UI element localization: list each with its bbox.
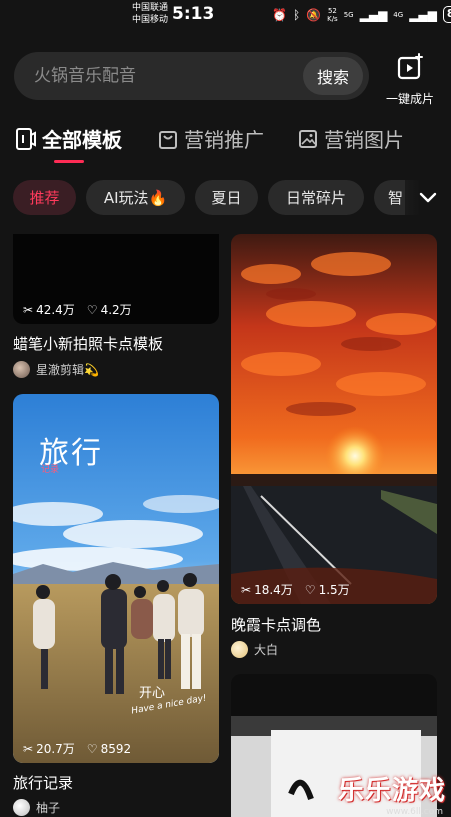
overlay-caption: 开心 (139, 686, 166, 701)
tab-marketing-promo[interactable]: 营销推广 (158, 124, 264, 153)
chip-daily-fragments[interactable]: 日常碎片 (268, 180, 364, 215)
signal-icon: ▂▄▆ (359, 7, 388, 22)
category-chips: 推荐 AI玩法🔥 夏日 日常碎片 智 (13, 180, 451, 216)
watermark-url: www.6ll.com (386, 807, 443, 817)
overlay-subtitle: 记录 (41, 465, 60, 475)
author-name: 柚子 (36, 801, 61, 815)
chevron-down-icon (419, 192, 437, 203)
net-speed-value: 52 (327, 6, 337, 15)
status-bar: 中国联通 中国移动 5:13 ⏰ ᛒ 🔕 52 K/s 5G ▂▄▆ 4G ▂▄▆… (0, 0, 451, 30)
like-count-value: 8592 (100, 741, 132, 756)
net-speed-unit: K/s (327, 14, 338, 23)
image-icon (299, 129, 317, 148)
phone-template-icon (16, 127, 36, 150)
sunset-photo (231, 234, 437, 604)
tab-label: 营销图片 (324, 128, 404, 152)
card-stats: ✂ 20.7万 ♡ 8592 (23, 740, 131, 757)
chip-ai-play[interactable]: AI玩法🔥 (86, 180, 185, 215)
scissors-icon: ✂ (23, 302, 34, 317)
card-author[interactable]: 柚子 (13, 799, 60, 816)
avatar (13, 361, 30, 378)
template-card[interactable]: ✂ 18.4万 ♡ 1.5万 (231, 234, 437, 604)
alarm-icon: ⏰ (272, 7, 287, 22)
search-bar[interactable]: 搜索 (14, 52, 369, 100)
heart-icon: ♡ (304, 582, 316, 597)
card-author[interactable]: 星澈剪辑💫 (13, 361, 99, 378)
site-watermark: 乐乐游戏 www.6ll.com (338, 770, 451, 817)
template-card[interactable]: ✂ 42.4万 ♡ 4.2万 (13, 234, 219, 324)
expand-categories-button[interactable] (405, 180, 451, 216)
one-click-video-button[interactable]: 一键成片 (380, 52, 440, 106)
bag-icon (159, 130, 177, 149)
search-input[interactable] (34, 52, 294, 100)
play-count: ✂ 20.7万 (23, 740, 75, 757)
card-author[interactable]: 大白 (231, 641, 278, 658)
bluetooth-icon: ᛒ (292, 7, 301, 22)
card-title[interactable]: 晚霞卡点调色 (231, 614, 321, 635)
carrier-1: 中国联通 (132, 3, 169, 13)
card-stats: ✂ 42.4万 ♡ 4.2万 (23, 301, 132, 318)
play-count-value: 18.4万 (254, 583, 293, 597)
one-click-label: 一键成片 (385, 92, 434, 106)
author-name: 大白 (254, 643, 279, 657)
play-count: ✂ 42.4万 (23, 301, 75, 318)
template-card[interactable]: 旅行 记录 开心 Have a nice day! ✂ 20.7万 ♡ 8592 (13, 394, 219, 763)
tab-marketing-images[interactable]: 营销图片 (298, 124, 404, 153)
carrier-labels: 中国联通 中国移动 (132, 2, 168, 26)
scissors-icon: ✂ (23, 741, 34, 756)
like-count-value: 4.2万 (100, 303, 132, 317)
play-count-value: 42.4万 (36, 303, 75, 317)
card-title[interactable]: 蜡笔小新拍照卡点模板 (13, 333, 163, 354)
heart-icon: ♡ (86, 302, 98, 317)
signal-icon-2: ▂▄▆ (409, 7, 437, 22)
like-count: ♡ 8592 (87, 742, 131, 756)
active-tab-indicator (54, 160, 84, 163)
watermark-text: 乐乐游戏 (338, 776, 447, 806)
play-count-value: 20.7万 (36, 742, 75, 756)
play-count: ✂ 18.4万 (241, 581, 293, 598)
search-button[interactable]: 搜索 (303, 57, 363, 95)
avatar (13, 799, 30, 816)
chip-recommended[interactable]: 推荐 (13, 180, 76, 215)
tab-all-templates[interactable]: 全部模板 (14, 124, 122, 153)
like-count: ♡ 4.2万 (87, 301, 132, 318)
clock: 5:13 (172, 4, 215, 24)
video-plus-icon (397, 53, 423, 80)
heart-icon: ♡ (86, 741, 98, 756)
tab-label: 全部模板 (42, 128, 122, 152)
template-tabs: 全部模板 营销推广 营销图片 (14, 124, 444, 164)
chip-summer[interactable]: 夏日 (195, 180, 258, 215)
signal-4g: 4G (393, 10, 404, 19)
like-count-value: 1.5万 (318, 583, 350, 597)
tab-label: 营销推广 (184, 128, 264, 152)
carrier-2: 中国移动 (132, 15, 169, 25)
signal-5g: 5G (343, 10, 354, 19)
status-icons: ⏰ ᛒ 🔕 52K/s 5G ▂▄▆ 4G ▂▄▆ 81 (272, 6, 451, 23)
avatar (231, 641, 248, 658)
like-count: ♡ 1.5万 (305, 581, 350, 598)
scissors-icon: ✂ (241, 582, 252, 597)
author-name: 星澈剪辑💫 (36, 363, 99, 377)
battery-indicator: 81 (442, 6, 451, 23)
mute-icon: 🔕 (306, 7, 322, 22)
net-speed: 52 K/s (327, 7, 338, 23)
card-stats: ✂ 18.4万 ♡ 1.5万 (241, 581, 350, 598)
card-title[interactable]: 旅行记录 (13, 772, 73, 793)
